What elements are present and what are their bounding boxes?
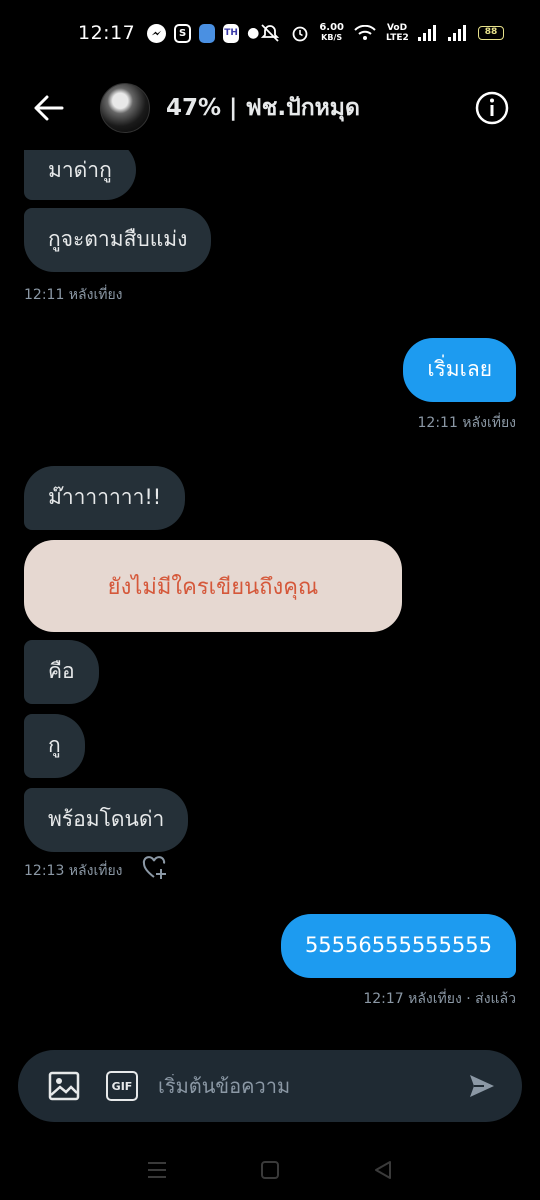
- message-bubble-outgoing[interactable]: 55556555555555: [280, 914, 516, 978]
- add-reaction-button[interactable]: [142, 855, 170, 881]
- message-text: มาด่ากู: [48, 158, 112, 183]
- status-bar: 12:17 S TH ● 6.00 KB/S VoD LTE2 88: [0, 0, 540, 66]
- message-text: คือ: [48, 659, 75, 684]
- send-icon: [470, 1075, 494, 1097]
- menu-icon: [147, 1162, 166, 1178]
- info-icon: [475, 91, 509, 125]
- message-bubble-incoming[interactable]: กู: [24, 714, 85, 778]
- message-timestamp: 12:11 หลังเที่ยง: [24, 287, 123, 303]
- message-bubble-incoming[interactable]: กูจะตามสืบแม่ง: [24, 208, 212, 272]
- gif-button[interactable]: GIF: [106, 1071, 138, 1101]
- signal-strength-icon-1: [418, 25, 438, 41]
- message-input[interactable]: [158, 1074, 464, 1098]
- back-triangle-icon: [375, 1161, 392, 1179]
- message-timestamp-sent-status: 12:17 หลังเที่ยง · ส่งแล้ว: [363, 991, 516, 1007]
- home-button[interactable]: [250, 1150, 290, 1190]
- message-bubble-incoming[interactable]: คือ: [24, 640, 99, 704]
- message-text: พร้อมโดนด่า: [48, 807, 165, 832]
- mute-icon: [261, 24, 280, 42]
- avatar[interactable]: [100, 83, 150, 133]
- no-one-wrote-card: ยังไม่มีใครเขียนถึงคุณ: [24, 540, 402, 632]
- network-speed-unit: KB/S: [321, 33, 343, 42]
- message-bubble-outgoing[interactable]: เริ่มเลย: [403, 338, 516, 402]
- message-bubble-incoming[interactable]: ม๊าาาาาาา!!: [24, 466, 186, 530]
- more-notifications-dot-icon: ●: [247, 25, 260, 41]
- wifi-icon: [354, 25, 376, 40]
- network-speed-value: 6.00: [319, 22, 345, 33]
- app-notification-icon: [198, 23, 216, 43]
- message-text: 55556555555555: [304, 933, 492, 958]
- home-square-icon: [260, 1161, 279, 1179]
- message-timestamp: 12:13 หลังเที่ยง: [24, 863, 123, 879]
- messenger-notification-icon: [147, 23, 167, 43]
- message-text: ม๊าาาาาาา!!: [48, 485, 162, 510]
- message-bubble-incoming[interactable]: พร้อมโดนด่า: [24, 788, 189, 852]
- message-text: เริ่มเลย: [427, 357, 492, 382]
- battery-indicator: 88: [478, 26, 505, 40]
- info-button[interactable]: [474, 90, 510, 126]
- shopee-notification-icon: S: [174, 23, 191, 43]
- conversation-title[interactable]: 47% | ฟช.ปักหมุด: [166, 90, 360, 126]
- message-composer: GIF: [18, 1050, 522, 1122]
- message-text: กู: [48, 733, 61, 758]
- back-button[interactable]: [24, 83, 74, 133]
- conversation-header: 47% | ฟช.ปักหมุด: [0, 66, 540, 150]
- send-button[interactable]: [464, 1068, 500, 1104]
- network-type-label: VoD LTE2: [386, 23, 409, 43]
- alarm-icon: [292, 26, 308, 42]
- heart-plus-icon: [142, 856, 166, 879]
- message-text: กูจะตามสืบแม่ง: [48, 227, 188, 252]
- status-time: 12:17: [78, 22, 136, 44]
- overlay-card-text: ยังไม่มีใครเขียนถึงคุณ: [107, 574, 319, 600]
- media-button[interactable]: [46, 1068, 82, 1104]
- recent-apps-button[interactable]: [137, 1150, 177, 1190]
- truemoney-notification-icon: TH: [223, 23, 240, 43]
- message-timestamp: 12:11 หลังเที่ยง: [417, 415, 517, 431]
- image-icon: [48, 1071, 80, 1101]
- signal-strength-icon-2: [448, 25, 468, 41]
- network-speed: 6.00 KB/S: [319, 23, 344, 43]
- message-list[interactable]: มาด่ากู กูจะตามสืบแม่ง 12:11 หลังเที่ยง …: [0, 140, 540, 1040]
- back-nav-button[interactable]: [363, 1150, 403, 1190]
- system-navigation-bar: [0, 1140, 540, 1200]
- back-arrow-icon: [34, 95, 64, 121]
